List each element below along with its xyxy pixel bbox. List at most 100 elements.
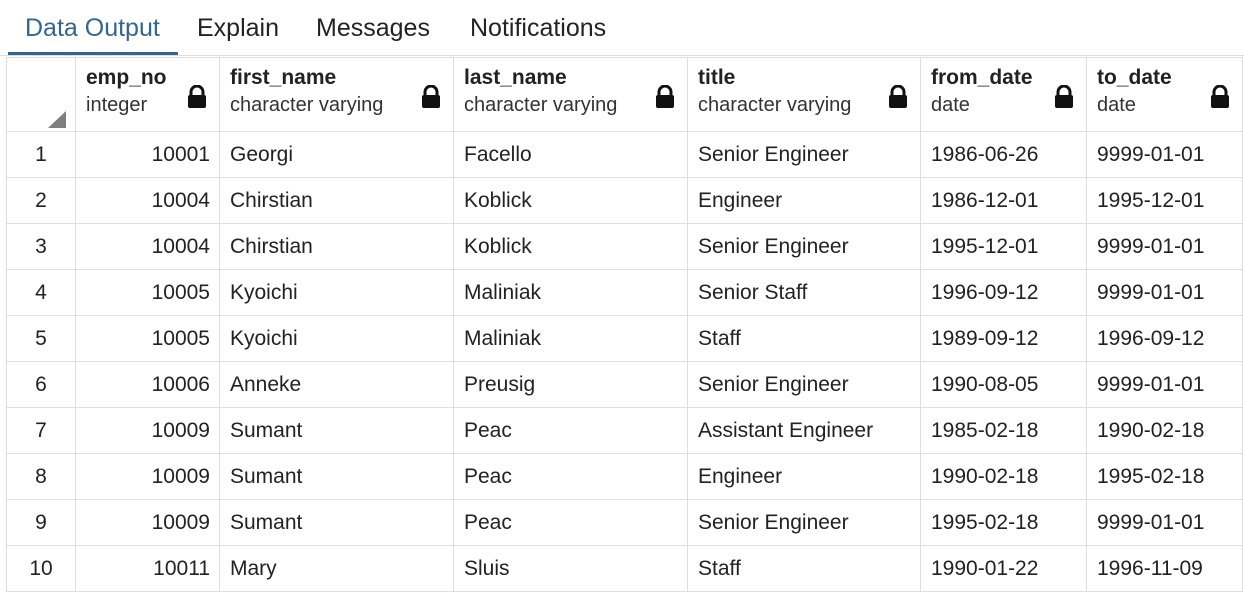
- cell-last-name[interactable]: Maliniak: [453, 315, 688, 362]
- cell-title[interactable]: Senior Engineer: [687, 499, 921, 546]
- column-header-last-name[interactable]: last_name character varying: [453, 57, 688, 132]
- cell-emp-no[interactable]: 10005: [75, 269, 220, 316]
- cell-first-name[interactable]: Chirstian: [219, 177, 454, 224]
- cell-emp-no[interactable]: 10004: [75, 223, 220, 270]
- table-row[interactable]: 9 10009 Sumant Peac Senior Engineer 1995…: [6, 499, 1243, 546]
- cell-to-date[interactable]: 1996-11-09: [1086, 545, 1243, 592]
- column-type: character varying: [230, 94, 384, 116]
- cell-title[interactable]: Staff: [687, 315, 921, 362]
- cell-last-name[interactable]: Koblick: [453, 223, 688, 270]
- select-all-corner[interactable]: [6, 57, 76, 132]
- cell-emp-no[interactable]: 10005: [75, 315, 220, 362]
- table-row[interactable]: 7 10009 Sumant Peac Assistant Engineer 1…: [6, 407, 1243, 454]
- cell-from-date[interactable]: 1986-12-01: [920, 177, 1087, 224]
- cell-from-date[interactable]: 1995-02-18: [920, 499, 1087, 546]
- lock-icon: [1055, 85, 1073, 108]
- cell-last-name[interactable]: Peac: [453, 407, 688, 454]
- row-number[interactable]: 3: [6, 223, 76, 270]
- column-header-emp-no[interactable]: emp_no integer: [75, 57, 220, 132]
- cell-first-name[interactable]: Anneke: [219, 361, 454, 408]
- row-number[interactable]: 10: [6, 545, 76, 592]
- cell-title[interactable]: Senior Staff: [687, 269, 921, 316]
- cell-title[interactable]: Senior Engineer: [687, 131, 921, 178]
- cell-title[interactable]: Senior Engineer: [687, 223, 921, 270]
- lock-icon: [188, 85, 206, 108]
- row-number[interactable]: 2: [6, 177, 76, 224]
- cell-to-date[interactable]: 1996-09-12: [1086, 315, 1243, 362]
- cell-from-date[interactable]: 1990-02-18: [920, 453, 1087, 500]
- cell-emp-no[interactable]: 10009: [75, 407, 220, 454]
- row-number[interactable]: 8: [6, 453, 76, 500]
- column-type: character varying: [464, 94, 618, 116]
- tab-messages[interactable]: Messages: [316, 14, 430, 43]
- cell-first-name[interactable]: Sumant: [219, 453, 454, 500]
- table-row[interactable]: 6 10006 Anneke Preusig Senior Engineer 1…: [6, 361, 1243, 408]
- cell-last-name[interactable]: Peac: [453, 453, 688, 500]
- cell-last-name[interactable]: Sluis: [453, 545, 688, 592]
- cell-title[interactable]: Engineer: [687, 177, 921, 224]
- cell-emp-no[interactable]: 10011: [75, 545, 220, 592]
- cell-from-date[interactable]: 1996-09-12: [920, 269, 1087, 316]
- cell-to-date[interactable]: 9999-01-01: [1086, 131, 1243, 178]
- cell-from-date[interactable]: 1986-06-26: [920, 131, 1087, 178]
- cell-first-name[interactable]: Sumant: [219, 499, 454, 546]
- cell-to-date[interactable]: 1995-12-01: [1086, 177, 1243, 224]
- table-row[interactable]: 3 10004 Chirstian Koblick Senior Enginee…: [6, 223, 1243, 270]
- tab-notifications[interactable]: Notifications: [470, 14, 606, 43]
- cell-from-date[interactable]: 1995-12-01: [920, 223, 1087, 270]
- cell-last-name[interactable]: Koblick: [453, 177, 688, 224]
- table-row[interactable]: 5 10005 Kyoichi Maliniak Staff 1989-09-1…: [6, 315, 1243, 362]
- row-number[interactable]: 9: [6, 499, 76, 546]
- cell-to-date[interactable]: 9999-01-01: [1086, 361, 1243, 408]
- column-name: to_date: [1097, 66, 1172, 89]
- row-number[interactable]: 6: [6, 361, 76, 408]
- cell-from-date[interactable]: 1989-09-12: [920, 315, 1087, 362]
- cell-from-date[interactable]: 1990-08-05: [920, 361, 1087, 408]
- cell-to-date[interactable]: 9999-01-01: [1086, 499, 1243, 546]
- cell-title[interactable]: Staff: [687, 545, 921, 592]
- cell-first-name[interactable]: Kyoichi: [219, 315, 454, 362]
- row-number[interactable]: 1: [6, 131, 76, 178]
- cell-last-name[interactable]: Peac: [453, 499, 688, 546]
- cell-to-date[interactable]: 9999-01-01: [1086, 269, 1243, 316]
- cell-from-date[interactable]: 1990-01-22: [920, 545, 1087, 592]
- tab-explain[interactable]: Explain: [197, 14, 279, 43]
- cell-first-name[interactable]: Mary: [219, 545, 454, 592]
- cell-title[interactable]: Senior Engineer: [687, 361, 921, 408]
- table-row[interactable]: 10 10011 Mary Sluis Staff 1990-01-22 199…: [6, 545, 1243, 592]
- cell-first-name[interactable]: Chirstian: [219, 223, 454, 270]
- resize-corner-icon: [48, 111, 66, 128]
- cell-emp-no[interactable]: 10009: [75, 499, 220, 546]
- tab-data-output[interactable]: Data Output: [25, 14, 160, 43]
- column-type: date: [1097, 94, 1136, 116]
- cell-emp-no[interactable]: 10006: [75, 361, 220, 408]
- column-header-first-name[interactable]: first_name character varying: [219, 57, 454, 132]
- cell-emp-no[interactable]: 10001: [75, 131, 220, 178]
- cell-emp-no[interactable]: 10004: [75, 177, 220, 224]
- cell-title[interactable]: Assistant Engineer: [687, 407, 921, 454]
- cell-to-date[interactable]: 9999-01-01: [1086, 223, 1243, 270]
- cell-to-date[interactable]: 1990-02-18: [1086, 407, 1243, 454]
- row-number[interactable]: 4: [6, 269, 76, 316]
- column-header-title[interactable]: title character varying: [687, 57, 921, 132]
- cell-from-date[interactable]: 1985-02-18: [920, 407, 1087, 454]
- cell-last-name[interactable]: Preusig: [453, 361, 688, 408]
- cell-last-name[interactable]: Facello: [453, 131, 688, 178]
- cell-first-name[interactable]: Sumant: [219, 407, 454, 454]
- cell-first-name[interactable]: Georgi: [219, 131, 454, 178]
- column-type: date: [931, 94, 970, 116]
- cell-emp-no[interactable]: 10009: [75, 453, 220, 500]
- table-row[interactable]: 4 10005 Kyoichi Maliniak Senior Staff 19…: [6, 269, 1243, 316]
- table-row[interactable]: 1 10001 Georgi Facello Senior Engineer 1…: [6, 131, 1243, 178]
- cell-last-name[interactable]: Maliniak: [453, 269, 688, 316]
- row-number[interactable]: 7: [6, 407, 76, 454]
- column-header-from-date[interactable]: from_date date: [920, 57, 1087, 132]
- cell-to-date[interactable]: 1995-02-18: [1086, 453, 1243, 500]
- cell-title[interactable]: Engineer: [687, 453, 921, 500]
- cell-first-name[interactable]: Kyoichi: [219, 269, 454, 316]
- column-type: character varying: [698, 94, 852, 116]
- row-number[interactable]: 5: [6, 315, 76, 362]
- column-header-to-date[interactable]: to_date date: [1086, 57, 1243, 132]
- table-row[interactable]: 2 10004 Chirstian Koblick Engineer 1986-…: [6, 177, 1243, 224]
- table-row[interactable]: 8 10009 Sumant Peac Engineer 1990-02-18 …: [6, 453, 1243, 500]
